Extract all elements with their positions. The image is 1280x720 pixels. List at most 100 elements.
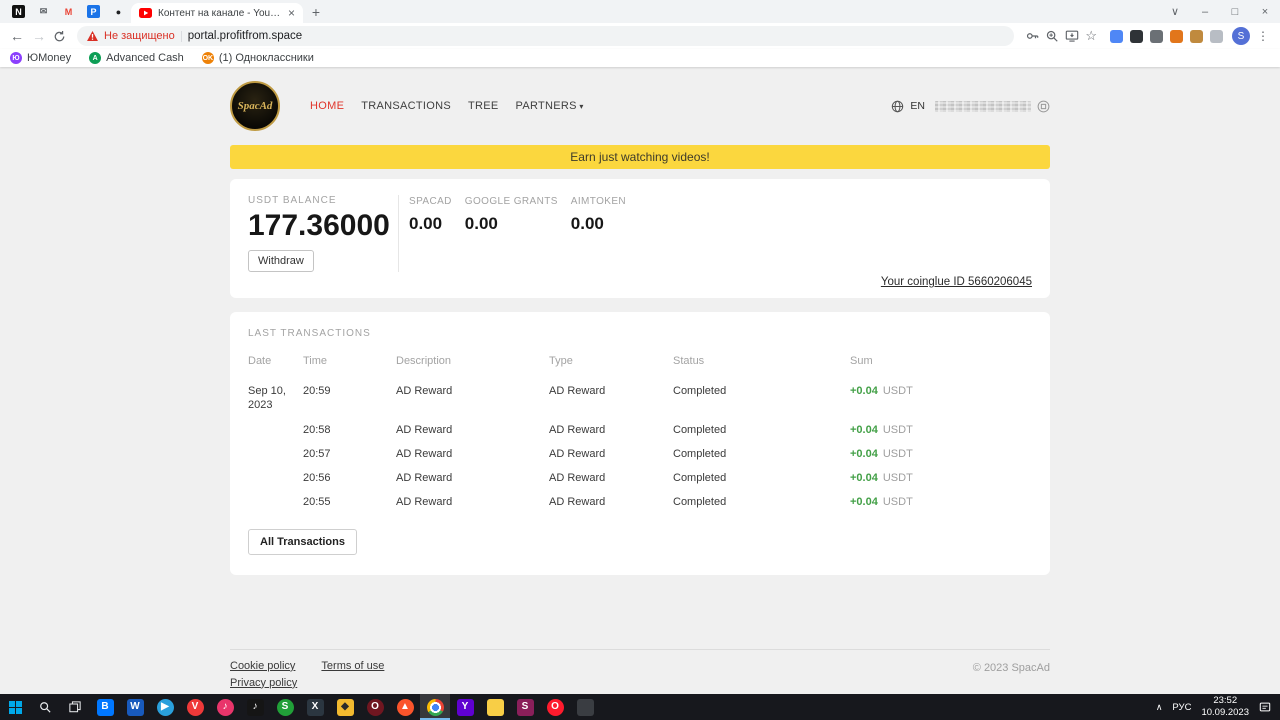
music-icon: ♪ (216, 698, 234, 716)
address-bar[interactable]: Не защищено portal.profitfrom.space (77, 26, 1015, 46)
taskbar-app-music[interactable]: ♪ (210, 694, 240, 720)
chrome-icon (426, 698, 444, 716)
active-tab-title: Контент на канале - YouTube St... (158, 7, 282, 19)
start-button[interactable] (0, 694, 30, 720)
hidden-icons-chevron[interactable]: ∧ (1156, 702, 1163, 713)
bookmark-star-icon[interactable]: ☆ (1082, 28, 1100, 44)
taskbar-clock[interactable]: 23:52 10.09.2023 (1201, 695, 1249, 719)
install-app-icon[interactable] (1062, 29, 1082, 43)
all-transactions-button[interactable]: All Transactions (248, 528, 357, 555)
taskbar-app-chrome[interactable] (420, 694, 450, 720)
browser-menu-icon[interactable]: ⋮ (1257, 29, 1269, 43)
nav-transactions[interactable]: TRANSACTIONS (361, 100, 451, 112)
url-text[interactable]: portal.profitfrom.space (188, 30, 302, 42)
language-label[interactable]: EN (910, 100, 925, 112)
footer-link-terms-of-use[interactable]: Terms of use (321, 660, 384, 672)
cell-date (248, 490, 303, 514)
forward-button[interactable]: → (28, 29, 50, 43)
taskbar-app-tiktok[interactable]: ♪ (240, 694, 270, 720)
amount: +0.04 (850, 472, 878, 485)
browser-toolbar: ← → Не защищено portal.profitfrom.space … (0, 23, 1280, 49)
extension-notes[interactable] (1210, 29, 1223, 43)
cell-sum: +0.04 USDT (850, 418, 1032, 442)
mail-tab[interactable]: ✉ (31, 0, 56, 23)
not-secure-warning-icon (87, 31, 98, 41)
column-header: Status (673, 355, 705, 367)
nav-partners[interactable]: PARTNERS ▾ (516, 100, 584, 112)
cell-status: Completed (673, 496, 727, 509)
copy-id-icon[interactable] (1037, 100, 1050, 113)
token-aimtoken: AIMTOKEN 0.00 (571, 196, 626, 272)
taskbar-app-explorer[interactable] (480, 694, 510, 720)
extension-translate[interactable] (1110, 29, 1123, 43)
taskbar-app-phone-link[interactable] (570, 694, 600, 720)
extension-grid[interactable] (1130, 29, 1143, 43)
active-tab[interactable]: Контент на канале - YouTube St... × (131, 3, 303, 23)
security-label[interactable]: Не защищено (104, 30, 175, 42)
taskbar-app-operagx[interactable]: O (360, 694, 390, 720)
cell-date (248, 466, 303, 490)
withdraw-button[interactable]: Withdraw (248, 250, 314, 272)
taskbar-app-binance[interactable]: ◆ (330, 694, 360, 720)
taskbar-search-icon[interactable] (30, 694, 60, 720)
password-key-icon[interactable] (1022, 29, 1042, 43)
cell-date (248, 418, 303, 442)
spacad-logo[interactable]: SpacAd (230, 81, 280, 131)
address-divider (180, 30, 182, 42)
amount: +0.04 (850, 385, 878, 397)
usdt-balance-block: USDT BALANCE 177.36000 Withdraw (248, 195, 390, 272)
bookmark-label: ЮMoney (27, 52, 72, 64)
system-tray: ∧ РУС 23:52 10.09.2023 (1156, 695, 1280, 719)
task-view-icon[interactable] (60, 694, 90, 720)
reload-button[interactable] (50, 30, 69, 43)
plesk-tab[interactable]: P (81, 0, 106, 23)
chevron-down-icon: ▾ (576, 102, 584, 111)
taskbar-app-vivaldi[interactable]: V (180, 694, 210, 720)
taskbar-app-word[interactable]: W (120, 694, 150, 720)
taskbar-app-vk[interactable]: B (90, 694, 120, 720)
metamask-fox[interactable] (1170, 29, 1183, 43)
transactions-title: LAST TRANSACTIONS (248, 328, 371, 339)
coinglue-id-link[interactable]: Your coinglue ID 5660206045 (881, 276, 1032, 288)
notion-tab[interactable]: N (6, 0, 31, 23)
tab-close-icon[interactable]: × (288, 6, 295, 20)
taskbar-language[interactable]: РУС (1172, 702, 1191, 713)
minimize-button[interactable]: – (1190, 0, 1220, 23)
footer-link-privacy-policy[interactable]: Privacy policy (230, 677, 297, 689)
profile-avatar[interactable]: S (1232, 27, 1250, 45)
new-tab-button[interactable]: + (303, 0, 329, 23)
taskbar-app-sber[interactable]: S (270, 694, 300, 720)
footer-link-cookie-policy[interactable]: Cookie policy (230, 660, 295, 672)
zoom-icon[interactable] (1042, 29, 1062, 43)
cell-description: AD Reward (396, 496, 453, 509)
nav-tree[interactable]: TREE (468, 100, 499, 112)
header-right: EN (891, 100, 1050, 113)
taskbar-app-telegram[interactable]: ▶ (150, 694, 180, 720)
globe-icon[interactable] (891, 100, 904, 113)
nav-home[interactable]: HOME (310, 100, 344, 112)
gmail-tab[interactable]: M (56, 0, 81, 23)
amount: +0.04 (850, 423, 878, 436)
taskbar-app-onexbet[interactable]: X (300, 694, 330, 720)
taskbar-app-opera[interactable]: O (540, 694, 570, 720)
bookmark-1[interactable]: Ю ЮMoney (10, 52, 71, 64)
cell-description: AD Reward (396, 472, 453, 485)
taskbar-time: 23:52 (1213, 695, 1238, 707)
back-button[interactable]: ← (6, 29, 28, 43)
cell-status: Completed (673, 385, 727, 397)
maximize-button[interactable]: □ (1220, 0, 1250, 23)
notification-center-icon[interactable] (1259, 701, 1271, 713)
taskbar-app-skrill[interactable]: S (510, 694, 540, 720)
extension-wallet[interactable] (1190, 29, 1203, 43)
dark-site-tab[interactable]: ● (106, 0, 131, 23)
amount: +0.04 (850, 447, 878, 460)
bookmark-3[interactable]: OK (1) Одноклассники (201, 52, 314, 64)
column-header: Type (549, 355, 573, 367)
tab-search-icon[interactable]: ∨ (1160, 0, 1190, 23)
bookmark-2[interactable]: A Advanced Cash (89, 52, 184, 64)
taskbar-app-yahoo[interactable]: Y (450, 694, 480, 720)
taskbar-app-brave[interactable]: ▲ (390, 694, 420, 720)
extension-shield[interactable] (1150, 29, 1163, 43)
cell-type: AD Reward (549, 472, 606, 485)
close-window-button[interactable]: × (1250, 0, 1280, 23)
